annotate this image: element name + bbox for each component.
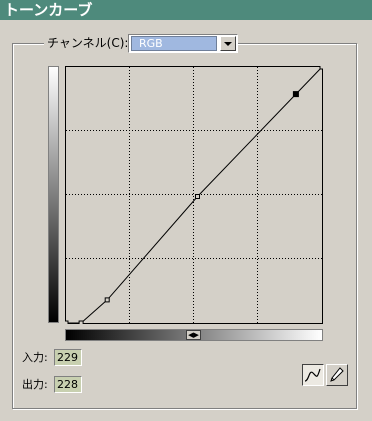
titlebar: トーンカーブ — [0, 0, 372, 20]
window-title: トーンカーブ — [4, 1, 93, 19]
curve-graph-frame — [65, 66, 323, 324]
curve-point[interactable] — [65, 320, 69, 324]
curve-graph[interactable] — [65, 66, 323, 324]
gradient-toggle-icon[interactable]: ◀▶ — [186, 330, 201, 340]
channel-label: チャンネル(C): — [44, 35, 132, 51]
pencil-mode-button[interactable] — [326, 364, 348, 386]
curve-point-selected[interactable] — [292, 91, 299, 98]
channel-select[interactable]: RGB — [128, 34, 238, 53]
output-value-field[interactable]: 228 — [54, 376, 82, 393]
curve-mode-button[interactable] — [302, 364, 324, 386]
output-label: 出力: — [22, 378, 48, 391]
curve-point[interactable] — [319, 66, 323, 70]
curve-point[interactable] — [195, 194, 200, 199]
chevron-down-icon[interactable] — [220, 36, 236, 51]
input-value-field[interactable]: 229 — [54, 349, 82, 366]
input-label: 入力: — [22, 351, 48, 364]
curve-point[interactable] — [78, 320, 84, 324]
channel-selected-value: RGB — [131, 36, 217, 51]
pencil-icon — [330, 367, 344, 382]
output-gradient-bar — [48, 66, 59, 323]
curve-tool-icon — [304, 368, 321, 382]
curve-point[interactable] — [104, 297, 110, 303]
